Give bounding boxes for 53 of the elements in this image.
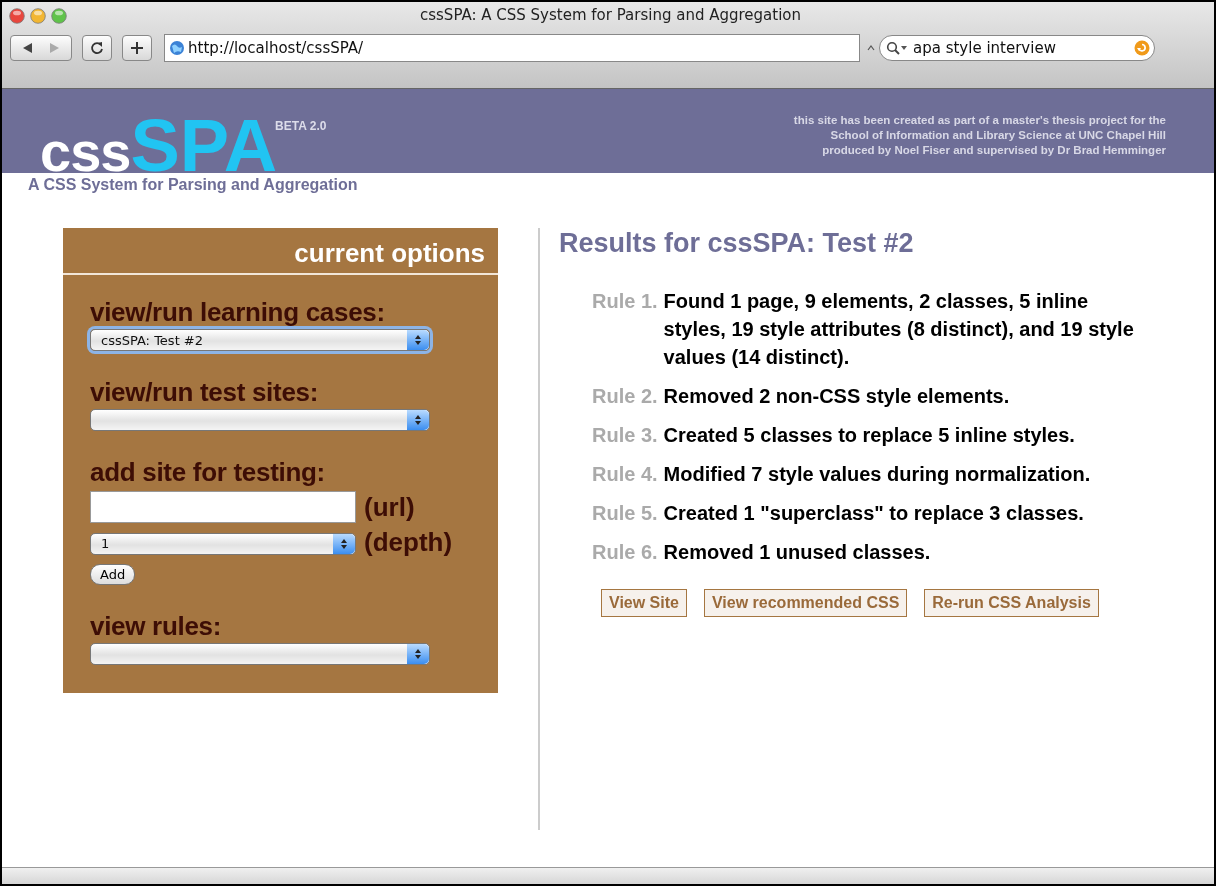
address-field[interactable]: http://localhost/cssSPA/ (164, 34, 860, 62)
field-label: view/run learning cases: (90, 297, 386, 327)
dropdown[interactable]: cssSPA: Test #2 (90, 329, 430, 351)
version-label: BETA 2.0 (275, 119, 327, 133)
back-icon (21, 42, 35, 54)
dropdown[interactable] (90, 409, 430, 431)
globe-icon (169, 40, 185, 56)
close-icon[interactable] (9, 8, 25, 24)
rule-number: Rule 5. (592, 501, 658, 526)
rule-number: Rule 4. (592, 462, 658, 487)
stepper-icon (414, 648, 422, 660)
rule-text: Removed 1 unused classes. (663, 540, 932, 565)
zoom-icon[interactable] (51, 8, 67, 24)
dropdown[interactable] (90, 643, 430, 665)
rule-text: Created 1 "superclass" to replace 3 classes. (663, 501, 1085, 526)
rule-number: Rule 6. (592, 540, 658, 565)
rule-number: Rule 3. (592, 423, 658, 448)
stepper-icon (414, 334, 422, 346)
minimize-icon[interactable] (30, 8, 46, 24)
reload-button[interactable] (82, 35, 112, 61)
rule-text: Created 5 classes to replace 5 inline styles. (663, 423, 1076, 448)
caret-icon[interactable] (867, 44, 875, 52)
field-hint: (depth) (364, 527, 453, 558)
credits-text: this site has been created as part of a master's thesis project for the School of Information and Library Science at UNC Chapel Hill produced by Noel Fiser and supervised by Dr Brad Hemminger (793, 113, 1166, 158)
field-label: view/run test sites: (90, 377, 320, 407)
back-forward-button[interactable] (10, 35, 72, 61)
plus-icon (130, 41, 144, 55)
rule-text: Modified 7 style values during normalization. (663, 462, 1092, 487)
snapback-icon (1134, 40, 1150, 56)
field-label: view rules: (90, 611, 223, 641)
add-button[interactable]: Add (90, 564, 136, 585)
forward-icon (47, 42, 61, 54)
stepper-icon (340, 537, 348, 550)
dropdown[interactable]: 1 (90, 532, 356, 555)
stepper-icon (414, 414, 422, 426)
reload-icon (90, 41, 104, 55)
panel-title: current options (63, 228, 498, 275)
action-button[interactable]: Re-run CSS Analysis (924, 589, 1099, 617)
search-icon (886, 41, 908, 55)
url-field[interactable] (90, 491, 356, 523)
rule-text: Removed 2 non-CSS style elements. (663, 384, 1011, 409)
field-label: add site for testing: (90, 457, 326, 487)
results-heading: Results for cssSPA: Test #2 (559, 228, 915, 259)
rule-number: Rule 1. (592, 289, 658, 314)
site-tagline: A CSS System for Parsing and Aggregation (27, 175, 359, 195)
rule-text: Found 1 page, 9 elements, 2 classes, 5 inline styles, 19 style attributes (8 distinct), and 19 style values (14 distinct). (663, 289, 1135, 370)
action-button[interactable]: View Site (601, 589, 687, 617)
action-button[interactable]: View recommended CSS (703, 589, 908, 617)
search-field[interactable]: apa style interview (879, 35, 1155, 61)
add-bookmark-button[interactable] (122, 35, 152, 61)
window-title: cssSPA: A CSS System for Parsing and Aggregation (419, 6, 802, 24)
rule-number: Rule 2. (592, 384, 658, 409)
field-hint: (url) (364, 491, 415, 523)
